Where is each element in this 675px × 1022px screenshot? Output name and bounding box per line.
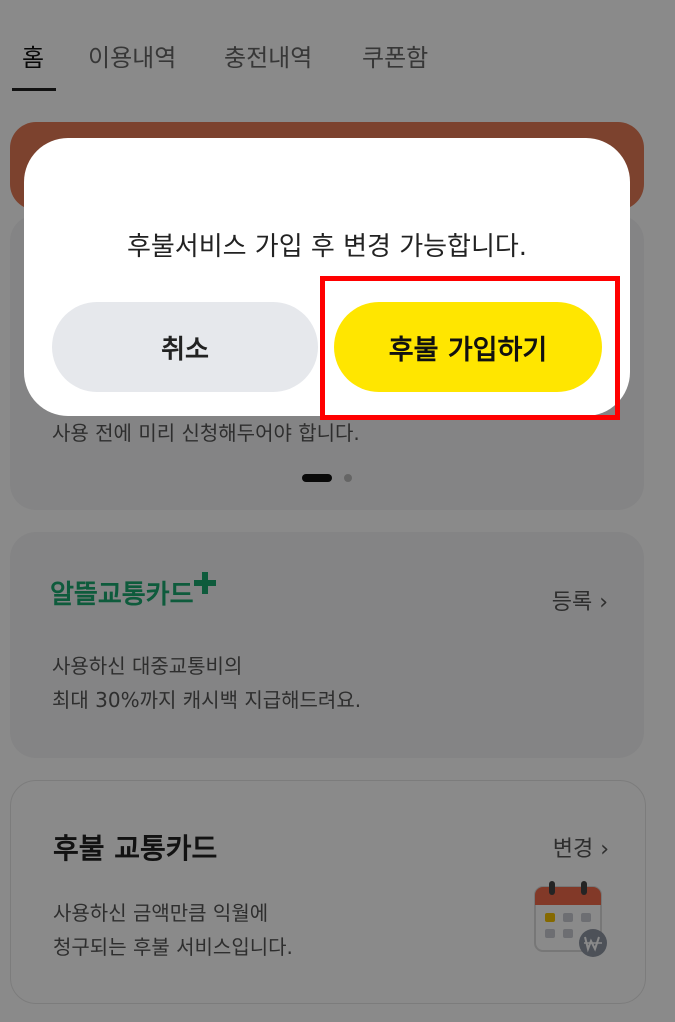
dialog-message: 후불서비스 가입 후 변경 가능합니다. [126,232,528,262]
highlight-box [320,276,620,420]
cancel-button[interactable]: 취소 [52,302,318,392]
